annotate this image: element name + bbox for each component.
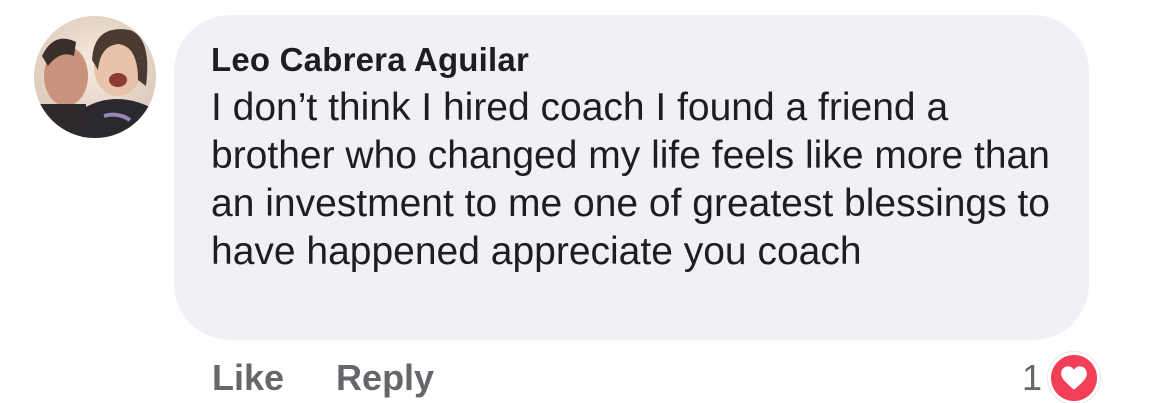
- comment-author[interactable]: Leo Cabrera Aguilar: [211, 41, 529, 79]
- comment-actions: Like Reply: [212, 356, 434, 400]
- heart-icon: [1048, 352, 1100, 403]
- reaction-count: 1: [1021, 357, 1042, 398]
- avatar[interactable]: [34, 16, 156, 138]
- like-button[interactable]: Like: [212, 357, 284, 399]
- profile-photo: [34, 16, 156, 138]
- comment-bubble: Leo Cabrera Aguilar I don’t think I hire…: [174, 15, 1089, 340]
- reply-button[interactable]: Reply: [336, 357, 434, 399]
- reaction-summary[interactable]: 1: [1021, 352, 1100, 403]
- comment-text: I don’t think I hired coach I found a fr…: [211, 86, 1050, 273]
